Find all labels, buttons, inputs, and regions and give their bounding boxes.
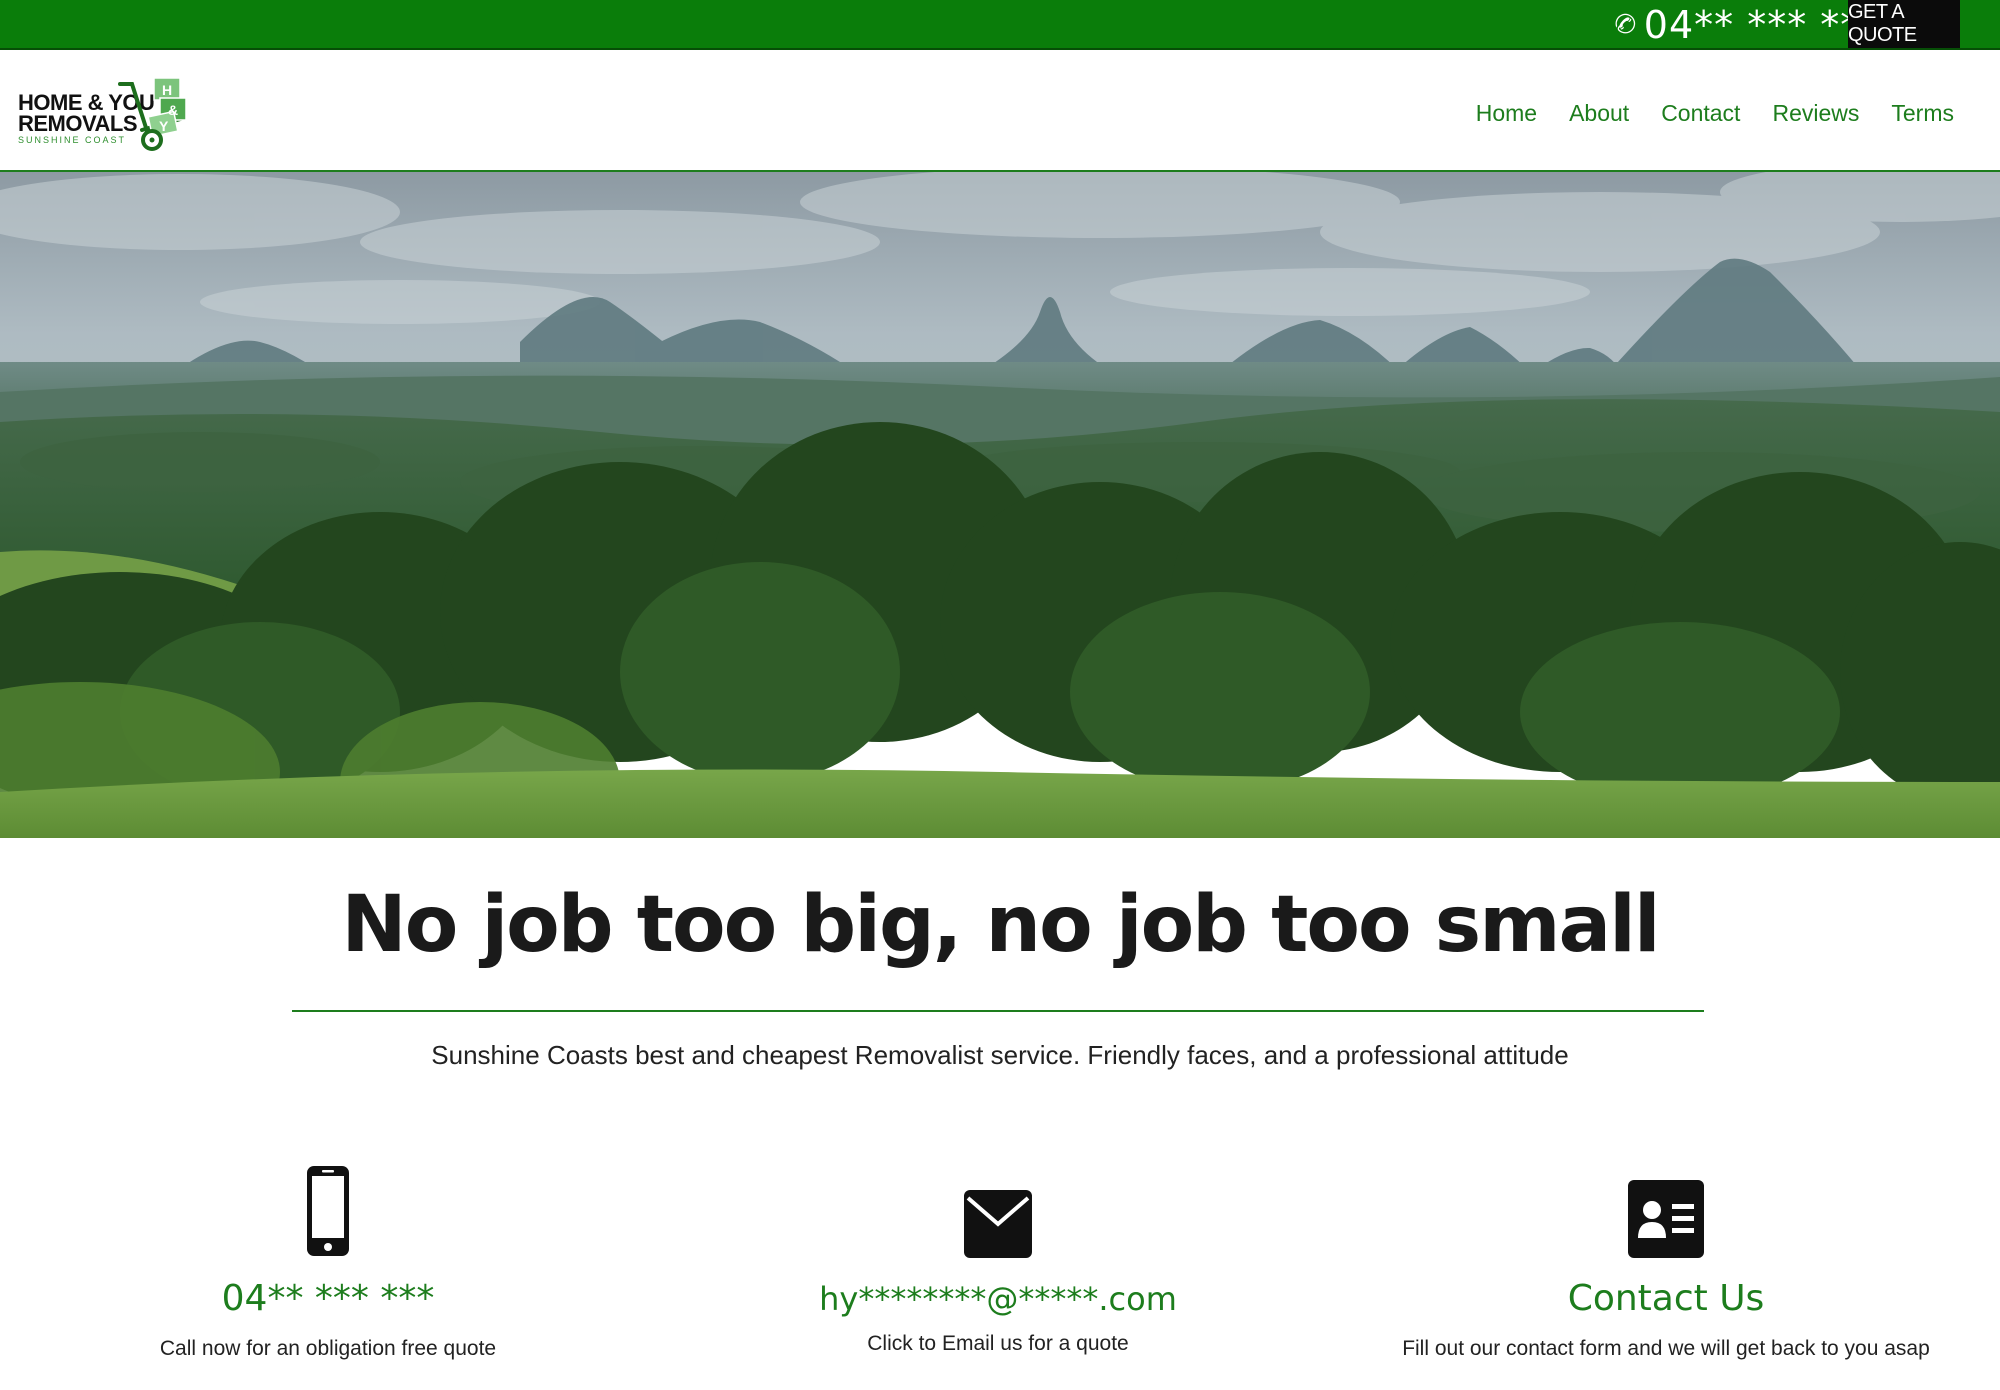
logo-badge-y: Y (159, 118, 169, 134)
feature-call-number[interactable]: 04** *** *** (28, 1278, 628, 1319)
feature-contact-title[interactable]: Contact Us (1366, 1278, 1966, 1319)
feature-call[interactable]: 04** *** *** Call now for an obligation … (28, 1160, 628, 1361)
phone-icon: ✆ (1609, 7, 1641, 43)
logo-badge-h: H (162, 82, 172, 98)
hero-image (0, 172, 2000, 838)
feature-email-description: Click to Email us for a quote (867, 1332, 1129, 1355)
feature-email[interactable]: hy********@*****.com Click to Email us f… (698, 1160, 1298, 1356)
nav-about[interactable]: About (1569, 100, 1629, 127)
top-bar: ✆ 04** *** *** GET A QUOTE (0, 0, 2000, 50)
feature-contact[interactable]: Contact Us Fill out our contact form and… (1366, 1160, 1966, 1361)
section-divider (292, 1010, 1704, 1012)
page-headline: No job too big, no job too small (341, 880, 1660, 970)
hand-trolley-icon: H & Y (118, 77, 187, 151)
get-a-quote-button[interactable]: GET A QUOTE (1848, 0, 1960, 48)
nav-contact[interactable]: Contact (1661, 100, 1740, 127)
nav-home[interactable]: Home (1476, 100, 1537, 127)
feature-email-address[interactable]: hy********@*****.com (698, 1280, 1298, 1318)
feature-call-description: Call now for an obligation free quote (159, 1337, 497, 1360)
site-header: HOME & YOU REMOVALS SUNSHINE COAST H & Y… (0, 50, 2000, 172)
main-nav: Home About Contact Reviews Terms (1476, 100, 1954, 127)
contact-card-icon (1628, 1180, 1704, 1258)
top-phone-link[interactable]: ✆ 04** *** *** (1610, 0, 1881, 50)
envelope-icon (964, 1190, 1032, 1258)
mobile-phone-icon (307, 1166, 349, 1256)
nav-reviews[interactable]: Reviews (1772, 100, 1859, 127)
feature-contact-description: Fill out our contact form and we will ge… (1402, 1337, 1930, 1360)
logo-badge-amp: & (168, 102, 178, 118)
nav-terms[interactable]: Terms (1891, 100, 1954, 127)
site-logo[interactable]: HOME & YOU REMOVALS SUNSHINE COAST H & Y (18, 64, 188, 160)
page-tagline: Sunshine Coasts best and cheapest Remova… (431, 1040, 1569, 1070)
top-phone-number[interactable]: 04** *** *** (1644, 3, 1881, 47)
